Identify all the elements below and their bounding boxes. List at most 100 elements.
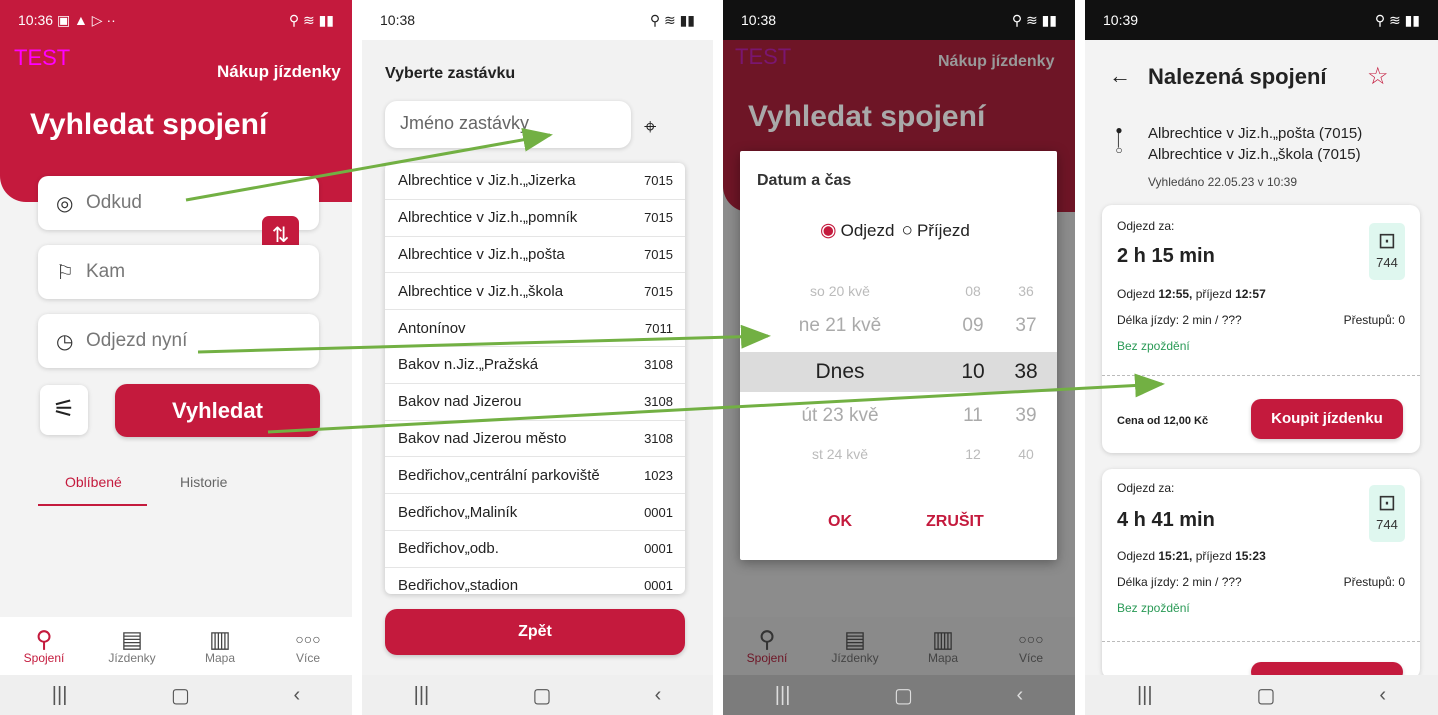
ticket-icon: ▤: [121, 626, 143, 652]
favorite-star-icon[interactable]: ☆: [1367, 62, 1389, 91]
list-item[interactable]: Antonínov 7011: [385, 310, 685, 347]
wheel-row-selected[interactable]: Dnes 10 38: [740, 352, 1057, 392]
more-icon: ○○○: [1018, 631, 1044, 647]
home-icon[interactable]: ▢: [171, 683, 190, 708]
buy-ticket-button[interactable]: Koupit jízdenku: [1251, 399, 1403, 439]
location-pin-icon: ◎: [56, 192, 74, 215]
list-item[interactable]: Bedřichov„Maliník 0001: [385, 494, 685, 531]
bus-icon: ⊡: [1377, 490, 1397, 515]
page-title: Nalezená spojení: [1148, 64, 1327, 89]
list-item[interactable]: Bedřichov„odb. 0001: [385, 531, 685, 568]
times-line: Odjezd 12:55, příjezd 12:57: [1117, 287, 1266, 301]
departure-countdown: 4 h 41 min: [1117, 509, 1215, 531]
status-time: 10:36: [18, 11, 54, 28]
route-line-icon: ● │ ○: [1115, 123, 1123, 157]
back-icon[interactable]: ‹: [1379, 684, 1386, 707]
wheel-row[interactable]: ne 21 kvě 09 37: [740, 313, 1057, 339]
departure-field[interactable]: ◷ Odjezd nyní: [38, 314, 319, 368]
page-title: Vyhledat spojení: [30, 108, 268, 141]
status-bar: 10:38 ⚲ ≋ ▮▮: [723, 0, 1075, 40]
home-icon[interactable]: ▢: [532, 683, 551, 708]
signal-icons: ⚲ ≋ ▮▮: [649, 11, 695, 28]
nav-more[interactable]: ○○○ Více: [276, 627, 341, 665]
stop-search-input[interactable]: Jméno zastávky: [385, 101, 631, 148]
recents-icon[interactable]: |||: [414, 684, 430, 707]
back-icon[interactable]: ‹: [655, 684, 662, 707]
nav-tickets[interactable]: ▤ Jízdenky: [100, 627, 165, 665]
search-icon: ⚲: [35, 626, 53, 652]
transfers: Přestupů: 0: [1343, 313, 1405, 327]
radio-arrival[interactable]: ○: [901, 220, 912, 242]
active-tab-indicator: [38, 504, 147, 506]
wheel-row[interactable]: út 23 kvě 11 39: [740, 403, 1057, 429]
back-icon[interactable]: ‹: [294, 684, 301, 707]
nav-connections: ⚲ Spojení: [735, 627, 800, 665]
tab-history[interactable]: Historie: [180, 474, 227, 490]
transfers: Přestupů: 0: [1343, 575, 1405, 589]
cancel-button[interactable]: ZRUŠIT: [926, 513, 984, 531]
signal-icons: ⚲ ≋ ▮▮: [288, 11, 334, 28]
status-bar: 10:36 ▣ ▲ ▷ ·· ⚲ ≋ ▮▮: [0, 0, 352, 40]
back-icon[interactable]: ‹: [1017, 684, 1024, 707]
page-title: Vyhledat spojení: [748, 100, 986, 133]
home-icon[interactable]: ▢: [894, 683, 913, 708]
nav-more: ○○○ Více: [999, 627, 1064, 665]
list-item[interactable]: Bakov nad Jizerou 3108: [385, 384, 685, 421]
system-nav-bar: ||| ▢ ‹: [362, 675, 713, 715]
purchase-ticket-link[interactable]: Nákup jízdenky: [217, 62, 341, 82]
wheel-row[interactable]: so 20 kvě 08 36: [740, 279, 1057, 303]
screen-results: 10:39 ⚲ ≋ ▮▮ ← Nalezená spojení ☆ ● │ ○ Alb…: [1085, 0, 1438, 715]
bus-icon: ⊡: [1377, 228, 1397, 253]
nav-map[interactable]: ▥ Mapa: [188, 627, 253, 665]
list-item[interactable]: Bakov n.Jiz.„Pražská 3108: [385, 347, 685, 384]
dialog-title: Datum a čas: [757, 172, 852, 189]
list-item[interactable]: Bedřichov„centrální parkoviště 1023: [385, 457, 685, 495]
more-icon: ○○○: [295, 631, 321, 647]
search-button[interactable]: Vyhledat: [115, 384, 320, 437]
list-item[interactable]: Albrechtice v Jiz.h.„Jizerka 7015: [385, 163, 685, 200]
nav-connections[interactable]: ⚲ Spojení: [12, 627, 77, 665]
picker-heading: Vyberte zastávku: [385, 65, 516, 82]
system-nav-bar: ||| ▢ ‹: [1085, 675, 1438, 715]
status-bar: 10:38 ⚲ ≋ ▮▮: [362, 0, 713, 40]
search-icon: ⚲: [758, 626, 776, 652]
filter-button[interactable]: ⚟: [40, 385, 88, 435]
tab-favorites[interactable]: Oblíbené: [65, 474, 122, 490]
recents-icon[interactable]: |||: [775, 684, 791, 707]
back-arrow-icon[interactable]: ←: [1109, 63, 1131, 89]
connection-card[interactable]: Odjezd za: 4 h 41 min ⊡ 744 Odjezd 15:21,…: [1102, 469, 1420, 682]
list-item[interactable]: Albrechtice v Jiz.h.„škola 7015: [385, 273, 685, 311]
home-icon[interactable]: ▢: [1257, 683, 1276, 708]
times-line: Odjezd 15:21, příjezd 15:23: [1117, 549, 1266, 563]
to-field[interactable]: ⚐ Kam: [38, 245, 319, 299]
screen-search: 10:36 ▣ ▲ ▷ ·· ⚲ ≋ ▮▮ TEST Nákup jízdenk…: [0, 0, 352, 715]
ok-button[interactable]: OK: [828, 513, 852, 531]
from-stop: Albrechtice v Jiz.h.„pošta (7015): [1148, 125, 1363, 142]
status-icons: ▣ ▲ ▷ ··: [56, 11, 116, 28]
screen-datetime-dialog: 10:38 ⚲ ≋ ▮▮ TEST Nákup jízdenky Vyhledat…: [723, 0, 1075, 715]
list-item[interactable]: Albrechtice v Jiz.h.„pošta 7015: [385, 237, 685, 274]
system-nav-bar: ||| ▢ ‹: [0, 675, 352, 715]
clock-icon: ◷: [56, 330, 74, 353]
purchase-ticket-link: Nákup jízdenky: [938, 53, 1055, 70]
price: Cena od 12,00 Kč: [1117, 415, 1209, 427]
wheel-row[interactable]: st 24 kvě 12 40: [740, 443, 1057, 465]
back-button[interactable]: Zpět: [385, 609, 685, 655]
list-item[interactable]: Bakov nad Jizerou město 3108: [385, 421, 685, 458]
delay-status: Bez zpoždění: [1117, 601, 1190, 615]
filter-icon: ⚟: [52, 395, 76, 423]
locate-icon[interactable]: ⌖: [644, 114, 656, 140]
nav-map: ▥ Mapa: [911, 627, 976, 665]
connection-card[interactable]: Odjezd za: 2 h 15 min ⊡ 744 Odjezd 12:55,…: [1102, 205, 1420, 453]
nav-tickets: ▤ Jízdenky: [823, 627, 888, 665]
radio-departure[interactable]: ◉: [820, 219, 837, 242]
duration: Délka jízdy: 2 min / ???: [1117, 575, 1242, 589]
list-item[interactable]: Albrechtice v Jiz.h.„pomník 7015: [385, 200, 685, 237]
recents-icon[interactable]: |||: [1137, 684, 1153, 707]
search-timestamp: Vyhledáno 22.05.23 v 10:39: [1148, 175, 1298, 189]
system-nav-bar: ||| ▢ ‹: [723, 675, 1075, 715]
list-item[interactable]: Bedřichov„stadion 0001: [385, 568, 685, 594]
recents-icon[interactable]: |||: [52, 684, 68, 707]
departure-countdown: 2 h 15 min: [1117, 245, 1215, 267]
divider: [1102, 641, 1420, 642]
